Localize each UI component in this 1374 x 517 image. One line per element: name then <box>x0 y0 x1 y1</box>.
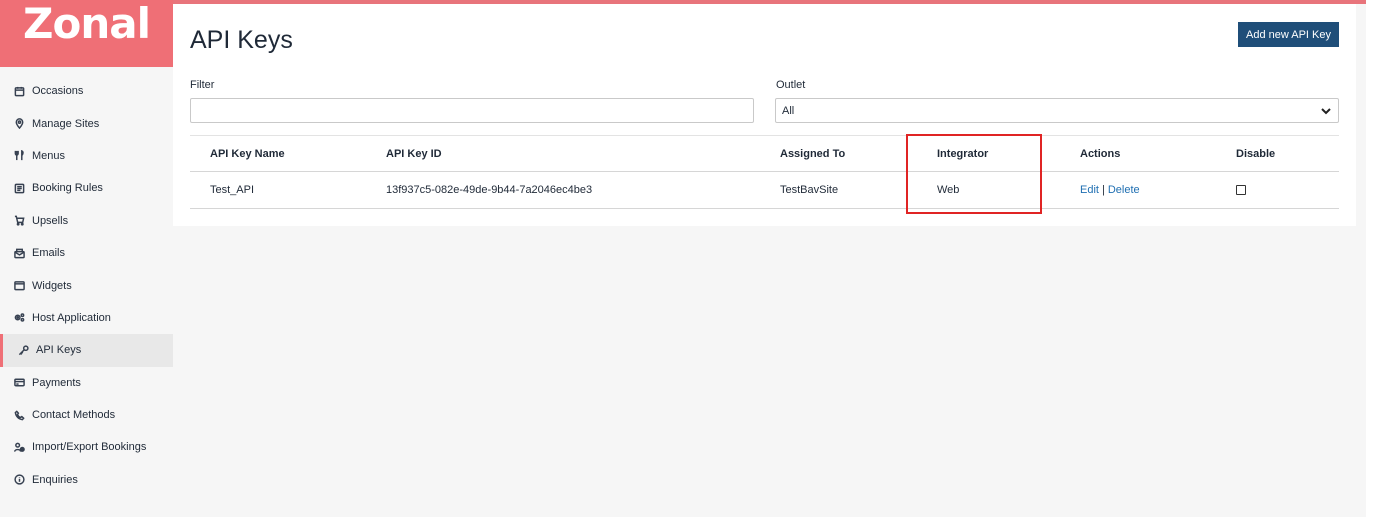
disable-cell <box>1236 172 1246 208</box>
edit-link[interactable]: Edit <box>1080 184 1099 196</box>
info-icon <box>13 474 25 486</box>
sidebar-item-label: Host Application <box>32 311 111 324</box>
sidebar-item-label: Booking Rules <box>32 182 103 195</box>
filter-label: Filter <box>190 79 215 91</box>
cart-icon <box>13 215 25 227</box>
widget-window-icon <box>13 280 25 292</box>
sidebar-item-emails[interactable]: Emails <box>0 237 173 269</box>
outlet-selected-value: All <box>782 104 795 117</box>
calendar-icon <box>13 85 25 97</box>
sidebar-item-label: Occasions <box>32 85 84 98</box>
zonal-logo[interactable]: Zonal <box>0 0 173 67</box>
api-key-name-cell: Test_API <box>210 184 255 196</box>
host-app-icon <box>13 312 25 324</box>
sidebar-item-label: Widgets <box>32 279 72 292</box>
api-key-id-cell: 13f937c5-082e-49de-9b44-7a2046ec4be3 <box>386 184 593 196</box>
outlet-select[interactable]: All <box>775 98 1339 123</box>
credit-card-icon <box>13 377 25 389</box>
main-panel: API Keys Add new API Key Filter Outlet A… <box>173 4 1356 226</box>
logo-text: Zonal <box>23 0 151 48</box>
sidebar-item-booking-rules[interactable]: Booking Rules <box>0 172 173 204</box>
sidebar-item-enquiries[interactable]: Enquiries <box>0 464 173 496</box>
sidebar-item-label: Import/Export Bookings <box>32 441 147 454</box>
sidebar-item-host-application[interactable]: Host Application <box>0 302 173 334</box>
chevron-down-icon <box>1320 105 1332 117</box>
actions-cell: Edit | Delete <box>1080 172 1140 208</box>
location-pin-icon <box>13 118 25 130</box>
rules-list-icon <box>13 182 25 194</box>
users-icon <box>13 441 25 453</box>
outlet-label: Outlet <box>776 79 806 91</box>
sidebar-item-import-export-bookings[interactable]: Import/Export Bookings <box>0 431 173 463</box>
sidebar-item-payments[interactable]: Payments <box>0 367 173 399</box>
assigned-to-cell: TestBavSite <box>780 184 839 196</box>
sidebar-item-menus[interactable]: Menus <box>0 140 173 172</box>
sidebar-item-label: Contact Methods <box>32 409 116 422</box>
key-icon <box>17 344 29 356</box>
sidebar-item-occasions[interactable]: Occasions <box>0 75 173 107</box>
sidebar: Zonal Occasions Manage Sites Menus Booki… <box>0 0 173 517</box>
envelope-icon <box>13 247 25 259</box>
delete-link[interactable]: Delete <box>1108 184 1140 196</box>
integrator-cell: Web <box>937 184 960 196</box>
app-window: Zonal Occasions Manage Sites Menus Booki… <box>0 0 1366 517</box>
action-separator: | <box>1101 184 1105 196</box>
filter-input[interactable] <box>190 98 754 123</box>
sidebar-item-label: Emails <box>32 247 66 260</box>
table-row: Test_API 13f937c5-082e-49de-9b44-7a2046e… <box>190 172 1339 209</box>
sidebar-item-api-keys[interactable]: API Keys <box>0 334 173 367</box>
sidebar-item-label: Enquiries <box>32 473 78 486</box>
table-header-row: API Key Name API Key ID Assigned To Inte… <box>190 135 1339 172</box>
sidebar-item-label: Payments <box>32 376 81 389</box>
column-header-integrator[interactable]: Integrator <box>937 136 988 172</box>
sidebar-item-label: Manage Sites <box>32 117 100 130</box>
page-title: API Keys <box>190 26 293 54</box>
column-header-api-key-name[interactable]: API Key Name <box>210 136 285 172</box>
sidebar-item-upsells[interactable]: Upsells <box>0 205 173 237</box>
sidebar-item-label: Upsells <box>32 214 69 227</box>
phone-icon <box>13 409 25 421</box>
column-header-disable: Disable <box>1236 148 1276 160</box>
sidebar-item-label: API Keys <box>36 344 82 357</box>
sidebar-item-manage-sites[interactable]: Manage Sites <box>0 107 173 139</box>
sidebar-item-contact-methods[interactable]: Contact Methods <box>0 399 173 431</box>
add-api-key-button[interactable]: Add new API Key <box>1238 22 1339 47</box>
column-header-assigned-to[interactable]: Assigned To <box>780 136 845 172</box>
disable-checkbox[interactable] <box>1236 185 1246 195</box>
sidebar-item-widgets[interactable]: Widgets <box>0 269 173 301</box>
cutlery-icon <box>13 150 25 162</box>
sidebar-item-label: Menus <box>32 149 66 162</box>
column-header-actions: Actions <box>1080 148 1121 160</box>
api-keys-table: API Key Name API Key ID Assigned To Inte… <box>190 135 1339 209</box>
sidebar-nav: Occasions Manage Sites Menus Booking Rul… <box>0 75 173 496</box>
column-header-api-key-id[interactable]: API Key ID <box>386 136 442 172</box>
